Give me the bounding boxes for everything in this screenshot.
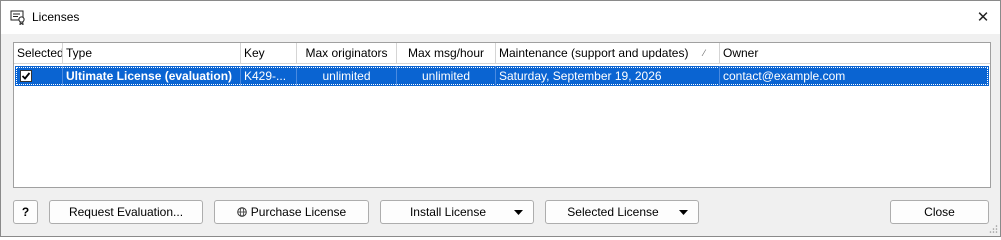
cell-selected — [15, 66, 63, 86]
close-button[interactable]: Close — [890, 200, 989, 224]
licenses-dialog: Licenses ✕ Selected Type Key Max origina… — [0, 0, 1001, 237]
title-bar: Licenses ✕ — [1, 1, 1000, 34]
column-header-max-originators[interactable]: Max originators — [297, 43, 397, 63]
window-title: Licenses — [32, 10, 80, 24]
help-button[interactable]: ? — [13, 200, 38, 224]
selected-license-dropdown-button[interactable]: Selected License — [545, 200, 699, 224]
maintenance-header-label: Maintenance (support and updates) — [499, 46, 689, 60]
column-header-type[interactable]: Type — [63, 43, 241, 63]
licenses-table[interactable]: Selected Type Key Max originators Max ms… — [13, 42, 991, 188]
chevron-down-icon — [679, 210, 688, 215]
cell-type: Ultimate License (evaluation) — [63, 66, 241, 86]
purchase-license-label: Purchase License — [250, 205, 347, 219]
close-icon: ✕ — [976, 9, 990, 26]
resize-grip-icon[interactable] — [988, 224, 998, 234]
checkmark-icon — [21, 72, 31, 80]
column-header-owner[interactable]: Owner — [720, 43, 990, 63]
column-header-maintenance[interactable]: Maintenance (support and updates) ⁄ — [496, 43, 720, 63]
license-certificate-icon — [10, 10, 25, 25]
sort-indicator-icon: ⁄ — [703, 48, 705, 58]
close-window-button[interactable]: ✕ — [972, 6, 994, 28]
table-header: Selected Type Key Max originators Max ms… — [14, 43, 990, 64]
table-row[interactable]: Ultimate License (evaluation) K429-... u… — [15, 66, 989, 86]
column-header-max-msg-hour[interactable]: Max msg/hour — [397, 43, 496, 63]
selected-checkbox[interactable] — [20, 70, 32, 82]
cell-max-originators: unlimited — [297, 66, 397, 86]
cell-maintenance: Saturday, September 19, 2026 — [496, 66, 720, 86]
install-license-dropdown-button[interactable]: Install License — [380, 200, 534, 224]
cell-max-msg-hour: unlimited — [397, 66, 496, 86]
install-license-label: Install License — [409, 205, 487, 219]
chevron-down-icon — [514, 210, 523, 215]
globe-icon — [236, 207, 247, 217]
selected-license-label: Selected License — [567, 205, 659, 219]
purchase-license-button[interactable]: Purchase License — [214, 200, 369, 224]
column-header-selected[interactable]: Selected — [14, 43, 63, 63]
column-header-key[interactable]: Key — [241, 43, 297, 63]
cell-owner: contact@example.com — [723, 69, 846, 83]
cell-key: K429-... — [241, 66, 297, 86]
request-evaluation-button[interactable]: Request Evaluation... — [49, 200, 203, 224]
